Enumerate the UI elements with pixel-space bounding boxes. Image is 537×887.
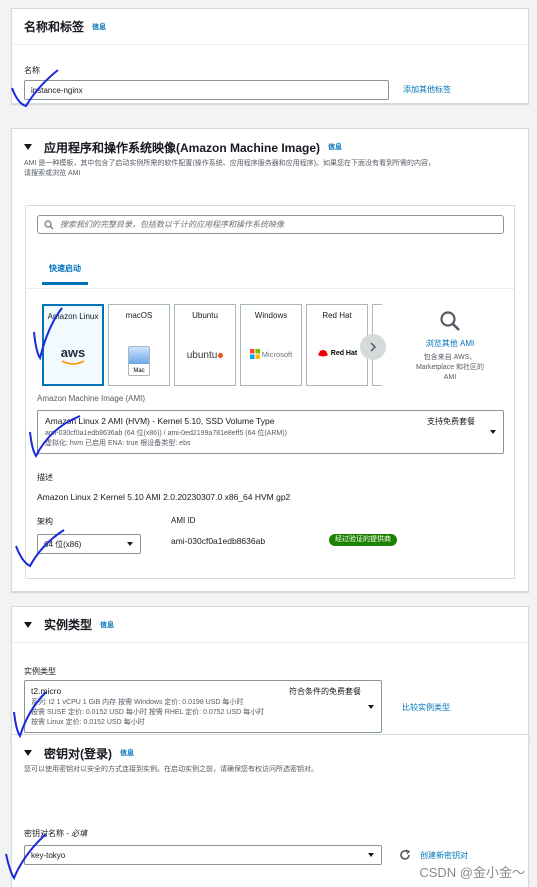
mac-logo-icon: Mac [128,346,150,376]
caret-down-icon[interactable] [24,621,32,628]
key-pair-select[interactable]: key-tokyo [24,845,382,865]
ami-id-value: ami-030cf0a1edb8636ab [171,536,266,546]
ami-id-label: AMI ID [171,516,196,525]
redhat-logo-icon: Red Hat [307,349,367,357]
description-label: 描述 [37,473,53,482]
carousel-next-button[interactable] [360,334,386,360]
aws-logo-icon: aws [44,345,102,366]
os-tile-macos[interactable]: macOS Mac [108,304,170,386]
chevron-down-icon [368,704,374,709]
ami-description: AMI 是一种模板，其中包含了启动实例所需的软件配置(操作系统、应用程序服务器和… [24,160,436,177]
name-tags-panel: 名称和标签 信息 名称 instance-nginx 添加其他标签 [11,8,529,104]
create-key-pair-link[interactable]: 创建新密钥对 [420,850,468,861]
os-tiles: Amazon Linux aws macOS Mac Ubuntu ubuntu [42,304,392,386]
instance-type-panel: 实例类型 信息 实例类型 t2.micro 符合条件的免费套餐 系列: t2 1… [11,606,529,744]
os-tile-red-hat[interactable]: Red Hat Red Hat [306,304,368,386]
instance-spec-line1: 系列: t2 1 vCPU 1 GiB 内存 按需 Windows 定价: 0.… [31,699,244,706]
search-placeholder: 搜索我们的完整目录，包括数以千计的应用程序和操作系统映像 [60,220,284,229]
instance-spec-line2: 按需 SUSE 定价: 0.0152 USD 每小时 按需 RHEL 定价: 0… [31,709,265,716]
info-link[interactable]: 信息 [120,748,134,758]
instance-type-header[interactable]: 实例类型 信息 [12,607,528,643]
caret-down-icon[interactable] [24,144,32,150]
browse-more-link[interactable]: 浏览其他 AMI [408,338,492,349]
panel-title: 实例类型 [44,618,93,632]
ami-panel: 应用程序和操作系统映像(Amazon Machine Image) 信息 AMI… [11,128,529,592]
arch-select[interactable]: 64 位(x86) [37,534,141,554]
arch-label: 架构 [37,517,53,526]
ami-ids: ami-030cf0a1edb8636ab (64 位(x86)) / ami-… [45,430,287,437]
panel-title: 名称和标签 [24,20,85,34]
key-pair-desc: 您可以使用密钥对以安全的方式连接到实例。在启动实例之前，请确保您有权访问所选密钥… [24,766,318,773]
panel-title: 密钥对(登录) [44,746,112,761]
search-icon [440,311,460,331]
description-value: Amazon Linux 2 Kernel 5.10 AMI 2.0.20230… [37,492,291,502]
key-pair-label: 密钥对名称 - 必填 [24,829,88,838]
browse-more-desc: 包含来自 AWS、Marketplace 和社区的 AMI [415,354,485,381]
name-label: 名称 [24,66,40,75]
instance-free-tier: 符合条件的免费套餐 [289,687,361,696]
add-tags-link[interactable]: 添加其他标签 [403,84,451,95]
ami-selected-name: Amazon Linux 2 AMI (HVM) - Kernel 5.10, … [45,416,275,426]
instance-type-select[interactable]: t2.micro 符合条件的免费套餐 系列: t2 1 vCPU 1 GiB 内… [24,680,382,733]
compare-instance-types-link[interactable]: 比较实例类型 [402,702,450,713]
os-tile-windows[interactable]: Windows Microsoft [240,304,302,386]
csdn-watermark: CSDN @金小金～ [419,865,525,880]
info-link[interactable]: 信息 [100,620,114,630]
free-tier-label: 支持免费套餐 [427,417,475,426]
name-input[interactable]: instance-nginx [24,80,389,100]
instance-type-name: t2.micro [31,686,62,696]
name-input-value: instance-nginx [31,85,83,95]
ami-catalog-box: 搜索我们的完整目录，包括数以千计的应用程序和操作系统映像 快速启动 Amazon… [25,205,515,579]
ami-select-label: Amazon Machine Image (AMI) [37,394,146,403]
microsoft-logo-icon: Microsoft [241,349,301,359]
instance-type-label: 实例类型 [24,667,56,676]
ami-meta: 虚拟化: hvm 已启用 ENA: true 根设备类型: ebs [45,440,191,447]
info-link[interactable]: 信息 [92,22,106,32]
search-icon [44,219,54,229]
verified-provider-badge: 经过验证的提供商 [329,534,397,546]
os-tile-amazon-linux[interactable]: Amazon Linux aws [42,304,104,386]
chevron-down-icon [490,430,496,434]
name-tags-header: 名称和标签 信息 [12,9,528,45]
tab-quick-start[interactable]: 快速启动 [42,259,88,285]
info-link[interactable]: 信息 [328,142,342,152]
caret-down-icon[interactable] [24,750,32,756]
chevron-right-icon [370,342,377,352]
refresh-icon[interactable] [399,849,411,861]
instance-spec-line3: 按需 Linux 定价: 0.0152 USD 每小时 [31,719,145,726]
browse-more-ami[interactable]: 浏览其他 AMI 包含来自 AWS、Marketplace 和社区的 AMI [408,310,492,383]
ami-search-input[interactable]: 搜索我们的完整目录，包括数以千计的应用程序和操作系统映像 [37,215,504,234]
ami-select[interactable]: Amazon Linux 2 AMI (HVM) - Kernel 5.10, … [37,410,504,454]
panel-title: 应用程序和操作系统映像(Amazon Machine Image) [44,140,321,155]
chevron-down-icon [368,853,374,857]
chevron-down-icon [127,542,133,546]
tab-divider [26,288,514,289]
os-tile-ubuntu[interactable]: Ubuntu ubuntu [174,304,236,386]
ubuntu-logo-icon: ubuntu [175,350,235,361]
